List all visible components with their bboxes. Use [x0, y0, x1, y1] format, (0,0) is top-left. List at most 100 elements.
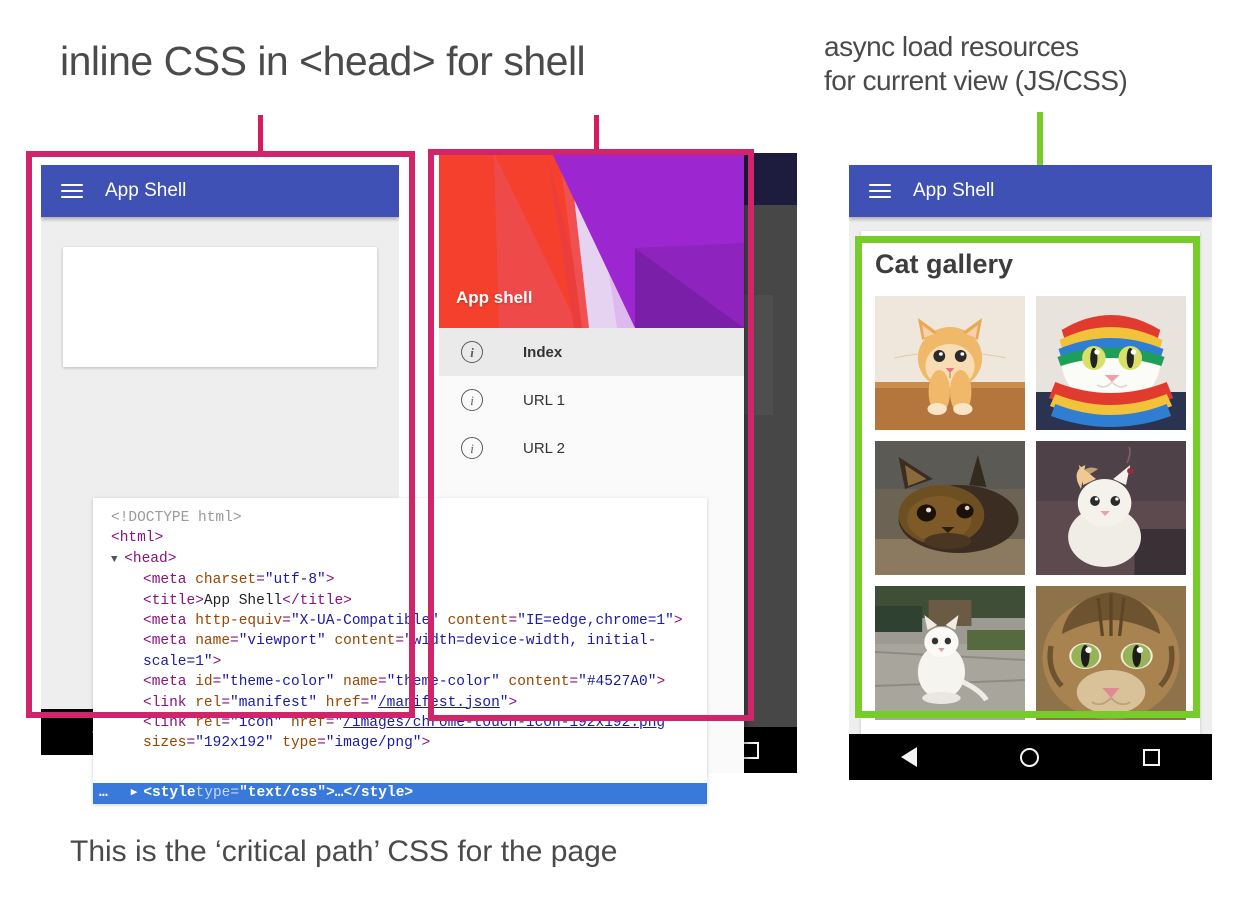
appbar-title-right: App Shell	[913, 180, 994, 202]
code-token	[317, 695, 326, 711]
devtools-row-dots: …	[99, 783, 109, 803]
code-token: "#4527A0"	[578, 674, 656, 690]
recents-square-icon[interactable]	[1143, 749, 1160, 766]
code-token	[274, 735, 283, 751]
selected-attr-name: type	[196, 783, 231, 803]
code-token: charset	[195, 572, 256, 588]
code-token: =	[569, 674, 578, 690]
code-token: =	[395, 633, 404, 649]
heading-inline-css: inline CSS in <head> for shell	[60, 36, 585, 86]
code-line[interactable]: <meta charset="utf-8">	[111, 570, 699, 590]
connector-line-middle	[594, 115, 599, 153]
code-token: "theme-color"	[221, 674, 334, 690]
code-token: type	[282, 735, 317, 751]
selected-attr-eq: =	[230, 783, 239, 803]
code-token: =	[317, 735, 326, 751]
devtools-code-lines: <!DOCTYPE html><html>▼ <head><meta chars…	[93, 498, 707, 754]
cat-photo[interactable]	[875, 296, 1025, 430]
back-triangle-icon[interactable]	[901, 747, 917, 767]
caption-critical-path: This is the ‘critical path’ CSS for the …	[70, 833, 617, 871]
code-line[interactable]: <link rel="manifest" href="/manifest.jso…	[111, 693, 699, 713]
code-token: href	[291, 715, 326, 731]
drawer-item-url-1[interactable]: i URL 1	[439, 376, 744, 424]
cat-photo-grid	[875, 296, 1186, 720]
code-line[interactable]: <html>	[111, 528, 699, 548]
code-token: >	[656, 674, 665, 690]
code-token: href	[326, 695, 361, 711]
code-token: "manifest"	[230, 695, 317, 711]
code-token	[334, 674, 343, 690]
code-token: <title>	[143, 593, 204, 609]
code-token: rel	[195, 695, 221, 711]
code-token: "192x192"	[195, 735, 273, 751]
code-token: "	[665, 715, 674, 731]
code-token	[439, 613, 448, 629]
code-token: sizes	[143, 735, 187, 751]
drawer-item-label: Index	[523, 344, 562, 361]
drawer-header-image: App shell	[439, 153, 744, 328]
empty-placeholder-card	[63, 247, 377, 367]
code-token: content	[334, 633, 395, 649]
phone-mock-cat-gallery: App Shell Cat gallery	[849, 165, 1212, 780]
code-token: <html>	[111, 530, 163, 546]
cat-photo[interactable]	[875, 441, 1025, 575]
selected-gt: >	[326, 783, 335, 803]
code-token: <link	[143, 715, 195, 731]
chevron-right-icon[interactable]: ▶	[131, 783, 138, 803]
info-icon: i	[461, 437, 483, 459]
code-token: rel	[195, 715, 221, 731]
code-token: "	[334, 715, 343, 731]
code-token: >	[674, 613, 683, 629]
code-token: =	[187, 735, 196, 751]
code-token: "utf-8"	[265, 572, 326, 588]
cat-photo[interactable]	[1036, 586, 1186, 720]
recents-square-icon[interactable]	[742, 742, 759, 759]
hamburger-icon[interactable]	[869, 184, 891, 198]
drawer-item-url-2[interactable]: i URL 2	[439, 424, 744, 472]
info-icon: i	[461, 389, 483, 411]
code-line[interactable]: <meta name="viewport" content="width=dev…	[111, 631, 699, 672]
connector-line-left	[258, 115, 263, 153]
code-token: "icon"	[230, 715, 282, 731]
code-token: http-equiv	[195, 613, 282, 629]
code-line[interactable]: <meta http-equiv="X-UA-Compatible" conte…	[111, 611, 699, 631]
content-area-right: Cat gallery	[849, 217, 1212, 734]
code-token: >	[213, 654, 222, 670]
appbar-left: App Shell	[41, 165, 399, 217]
code-line[interactable]: <link rel="icon" href="/images/chrome-to…	[111, 713, 699, 754]
code-token: "viewport"	[239, 633, 326, 649]
code-token: =	[230, 633, 239, 649]
code-token: "X-UA-Compatible"	[291, 613, 439, 629]
code-token: =	[361, 695, 370, 711]
code-token: >	[509, 695, 518, 711]
code-line[interactable]: ▼ <head>	[111, 549, 699, 570]
cat-photo[interactable]	[875, 586, 1025, 720]
code-token: =	[221, 715, 230, 731]
code-token: "	[369, 695, 378, 711]
code-line[interactable]: <!DOCTYPE html>	[111, 508, 699, 528]
drawer-item-label: URL 1	[523, 392, 565, 409]
cat-photo[interactable]	[1036, 441, 1186, 575]
code-token: =	[256, 572, 265, 588]
selected-tag-open: <style	[143, 783, 195, 803]
devtools-elements-panel[interactable]: <!DOCTYPE html><html>▼ <head><meta chars…	[93, 498, 707, 804]
code-token	[282, 715, 291, 731]
code-token: <link	[143, 695, 195, 711]
code-line[interactable]: <meta id="theme-color" name="theme-color…	[111, 672, 699, 692]
devtools-selected-node[interactable]: … ▶ <style type = "text/css" > … </style…	[93, 783, 707, 804]
code-token: <head>	[124, 551, 176, 567]
hamburger-icon[interactable]	[61, 184, 83, 198]
code-token: >	[326, 572, 335, 588]
code-line[interactable]: <title>App Shell</title>	[111, 591, 699, 611]
code-token	[500, 674, 509, 690]
cat-photo[interactable]	[1036, 296, 1186, 430]
chevron-down-icon[interactable]: ▼	[111, 554, 124, 566]
home-circle-icon[interactable]	[1020, 748, 1039, 767]
code-token: content	[448, 613, 509, 629]
code-token: =	[509, 613, 518, 629]
drawer-item-index[interactable]: i Index	[439, 328, 744, 376]
gallery-card: Cat gallery	[861, 231, 1200, 734]
code-token: "theme-color"	[387, 674, 500, 690]
heading-async-load-line1: async load resources	[824, 30, 1127, 64]
code-token: /images/chrome-touch-icon-192x192.png	[343, 715, 665, 731]
